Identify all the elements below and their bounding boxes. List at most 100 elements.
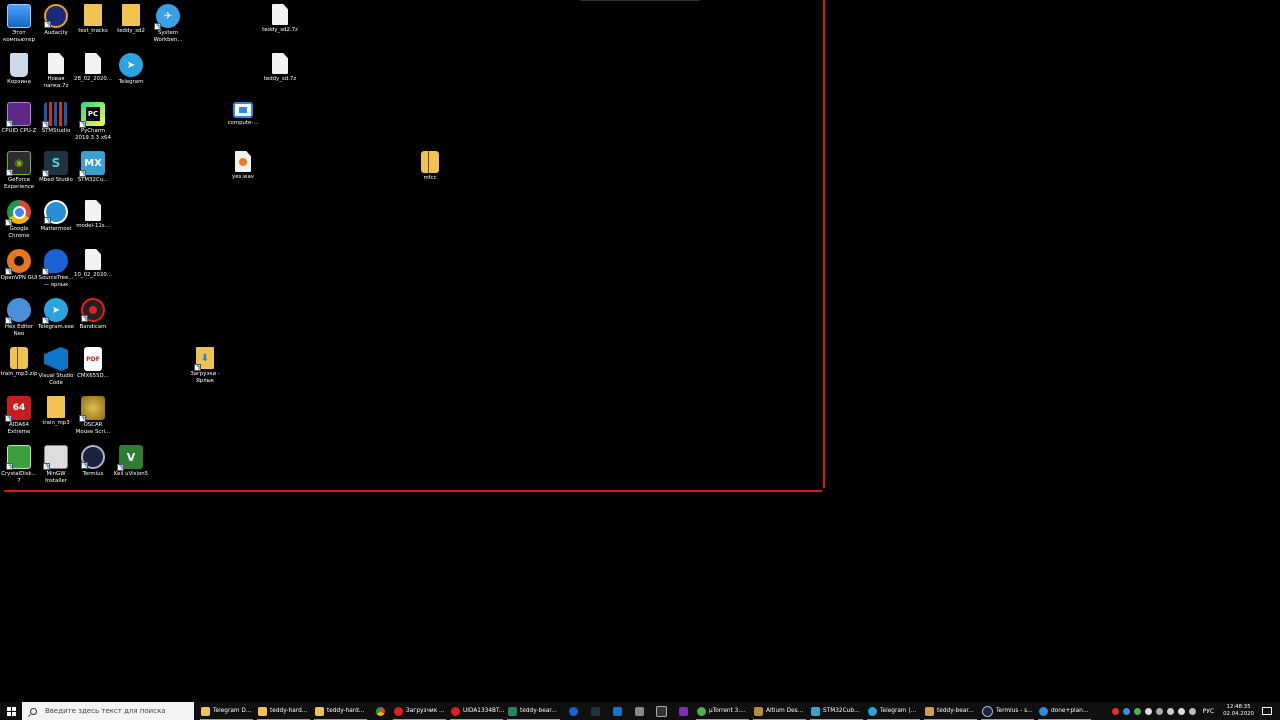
pdf-icon: PDF bbox=[84, 347, 102, 371]
crystaldisk-shortcut[interactable]: CrystalDisk... 7 bbox=[0, 445, 38, 486]
task-done-plan[interactable]: done+plan... bbox=[1036, 702, 1093, 720]
file-icon bbox=[272, 4, 288, 25]
tray-icon[interactable] bbox=[1111, 707, 1119, 715]
bandicam-shortcut[interactable]: Bandicam bbox=[74, 298, 112, 331]
mattermost-icon bbox=[44, 200, 68, 224]
pycharm-shortcut[interactable]: PC PyCharm 2019.3.3 x64 bbox=[74, 102, 112, 143]
bandicam-icon bbox=[81, 298, 105, 322]
task-stm32cub[interactable]: STM32Cub... bbox=[808, 702, 865, 720]
task-utorrent[interactable]: µTorrent 3.... bbox=[694, 702, 751, 720]
test-tracks-folder[interactable]: test_tracks bbox=[74, 4, 112, 35]
task-teddy-bear-2[interactable]: teddy-bear... bbox=[922, 702, 979, 720]
task-teddy-hard-1[interactable]: teddy-hard... bbox=[255, 702, 312, 720]
audacity-shortcut[interactable]: Audacity bbox=[37, 4, 75, 37]
compute-file[interactable]: compute-... bbox=[224, 102, 262, 127]
task-uida[interactable]: UIDA1334BT... bbox=[448, 702, 505, 720]
battery-icon[interactable] bbox=[1188, 707, 1196, 715]
mfcc-zip-file[interactable]: mfcc bbox=[411, 151, 449, 182]
keil-shortcut[interactable]: V Keil uVision5 bbox=[112, 445, 150, 478]
task-app-3[interactable] bbox=[650, 702, 672, 720]
sourcetree-icon bbox=[568, 706, 578, 716]
clock[interactable]: 12:48:35 02.04.2020 bbox=[1223, 704, 1254, 718]
termius-shortcut[interactable]: Termius bbox=[74, 445, 112, 478]
recycle-bin-icon bbox=[10, 53, 28, 77]
icon-label: Новая папка.7z bbox=[43, 76, 69, 90]
icon-label: train_mp3 bbox=[42, 420, 70, 426]
vscode-shortcut[interactable]: Visual Studio Code bbox=[37, 347, 75, 388]
icon-label: 10_02_2020... bbox=[74, 272, 112, 278]
geforce-shortcut[interactable]: ◉ GeForce Experience bbox=[0, 151, 38, 192]
crystaldisk-icon bbox=[6, 445, 31, 470]
task-teddy-bear-1[interactable]: teddy-bear... bbox=[505, 702, 562, 720]
task-app-2[interactable] bbox=[628, 702, 650, 720]
cpuz-icon bbox=[6, 102, 31, 127]
downloads-shortcut[interactable]: ⬇ Загрузки - Ярлык bbox=[186, 347, 224, 386]
start-button[interactable] bbox=[0, 702, 22, 720]
oscar-icon bbox=[79, 396, 105, 422]
model-file[interactable]: model-11s... bbox=[74, 200, 112, 230]
task-altium[interactable]: Altium Des... bbox=[751, 702, 808, 720]
train-mp3-folder[interactable]: train_mp3 bbox=[37, 396, 75, 427]
task-teddy-hard-2[interactable]: teddy-hard... bbox=[312, 702, 369, 720]
task-label: teddy-bear... bbox=[520, 708, 557, 714]
icon-label: OSCAR Mouse Scri... bbox=[75, 422, 111, 436]
new-folder-7z-file[interactable]: Новая папка.7z bbox=[37, 53, 75, 91]
computer-icon bbox=[7, 4, 31, 28]
task-zagruzchik[interactable]: Загрузчик ... bbox=[391, 702, 448, 720]
recycle-bin-shortcut[interactable]: Корзина bbox=[0, 53, 38, 86]
tray-icon[interactable] bbox=[1155, 707, 1163, 715]
task-chrome[interactable] bbox=[369, 702, 391, 720]
stm32cube-icon: MX bbox=[79, 151, 105, 177]
openvpn-shortcut[interactable]: OpenVPN GUI bbox=[0, 249, 38, 282]
cpuz-shortcut[interactable]: CPUID CPU-Z bbox=[0, 102, 38, 135]
icon-label: GeForce Experience bbox=[3, 177, 35, 191]
teddy-sd2-folder[interactable]: teddy_sd2 bbox=[112, 4, 150, 35]
mingw-shortcut[interactable]: MinGW Installer bbox=[37, 445, 75, 486]
mbed-studio-shortcut[interactable]: S Mbed Studio bbox=[37, 151, 75, 184]
icon-label: Hex Editor Neo bbox=[4, 324, 34, 338]
task-label: Altium Des... bbox=[766, 708, 804, 714]
vscode-icon bbox=[612, 706, 622, 716]
sourcetree-shortcut[interactable]: SourceTree... — ярлык bbox=[37, 249, 75, 290]
this-pc-shortcut[interactable]: Этот компьютер bbox=[0, 4, 38, 45]
task-sourcetree[interactable] bbox=[562, 702, 584, 720]
task-telegram-d[interactable]: Telegram D... bbox=[198, 702, 255, 720]
stm32cube-shortcut[interactable]: MX STM32Cu... bbox=[74, 151, 112, 184]
file-28-02[interactable]: 28_02_2020... bbox=[74, 53, 112, 83]
tray-icon[interactable] bbox=[1122, 707, 1130, 715]
task-label: Termius - s... bbox=[996, 708, 1033, 714]
task-vscode[interactable] bbox=[606, 702, 628, 720]
tray-icon[interactable] bbox=[1144, 707, 1152, 715]
train-mp3-zip-file[interactable]: train_mp3.zip bbox=[0, 347, 38, 378]
notification-center-icon[interactable] bbox=[1262, 707, 1272, 715]
telegram-exe-shortcut[interactable]: ➤ Telegram.exe bbox=[37, 298, 75, 331]
cmx-pdf-file[interactable]: PDF CMX655D... bbox=[74, 347, 112, 380]
chrome-shortcut[interactable]: Google Chrome bbox=[0, 200, 38, 241]
yes-wav-file[interactable]: yes.wav bbox=[224, 151, 262, 181]
utorrent-icon bbox=[697, 706, 706, 716]
volume-icon[interactable] bbox=[1177, 707, 1185, 715]
oscar-shortcut[interactable]: OSCAR Mouse Scri... bbox=[74, 396, 112, 437]
teddy-sd2-7z-file[interactable]: teddy_sd2.7z bbox=[261, 4, 299, 34]
task-visual-studio[interactable] bbox=[672, 702, 694, 720]
telegram-shortcut[interactable]: ➤ Telegram bbox=[112, 53, 150, 86]
system-workbench-shortcut[interactable]: ✈ System Workben... bbox=[149, 4, 187, 45]
teddy-sd-7z-file[interactable]: teddy_sd.7z bbox=[261, 53, 299, 83]
hex-editor-shortcut[interactable]: Hex Editor Neo bbox=[0, 298, 38, 339]
task-telegram[interactable]: Telegram (... bbox=[865, 702, 922, 720]
taskbar-search-box[interactable]: Введите здесь текст для поиска bbox=[22, 702, 194, 720]
sourcetree-icon bbox=[42, 249, 68, 275]
task-termius[interactable]: Termius - s... bbox=[979, 702, 1036, 720]
network-icon[interactable] bbox=[1166, 707, 1174, 715]
stm32cube-icon bbox=[811, 706, 820, 716]
stmstudio-shortcut[interactable]: STMStudio bbox=[37, 102, 75, 135]
icon-label: Keil uVision5 bbox=[113, 471, 149, 477]
tray-icon[interactable] bbox=[1133, 707, 1141, 715]
file-10-02[interactable]: 10_02_2020... bbox=[74, 249, 112, 279]
chrome-icon bbox=[375, 706, 385, 716]
aida64-shortcut[interactable]: 64 AIDA64 Extreme bbox=[0, 396, 38, 437]
task-mbed[interactable] bbox=[584, 702, 606, 720]
language-indicator[interactable]: РУС bbox=[1203, 708, 1214, 715]
icon-label: System Workben... bbox=[153, 30, 183, 44]
mattermost-shortcut[interactable]: Mattermost bbox=[37, 200, 75, 233]
